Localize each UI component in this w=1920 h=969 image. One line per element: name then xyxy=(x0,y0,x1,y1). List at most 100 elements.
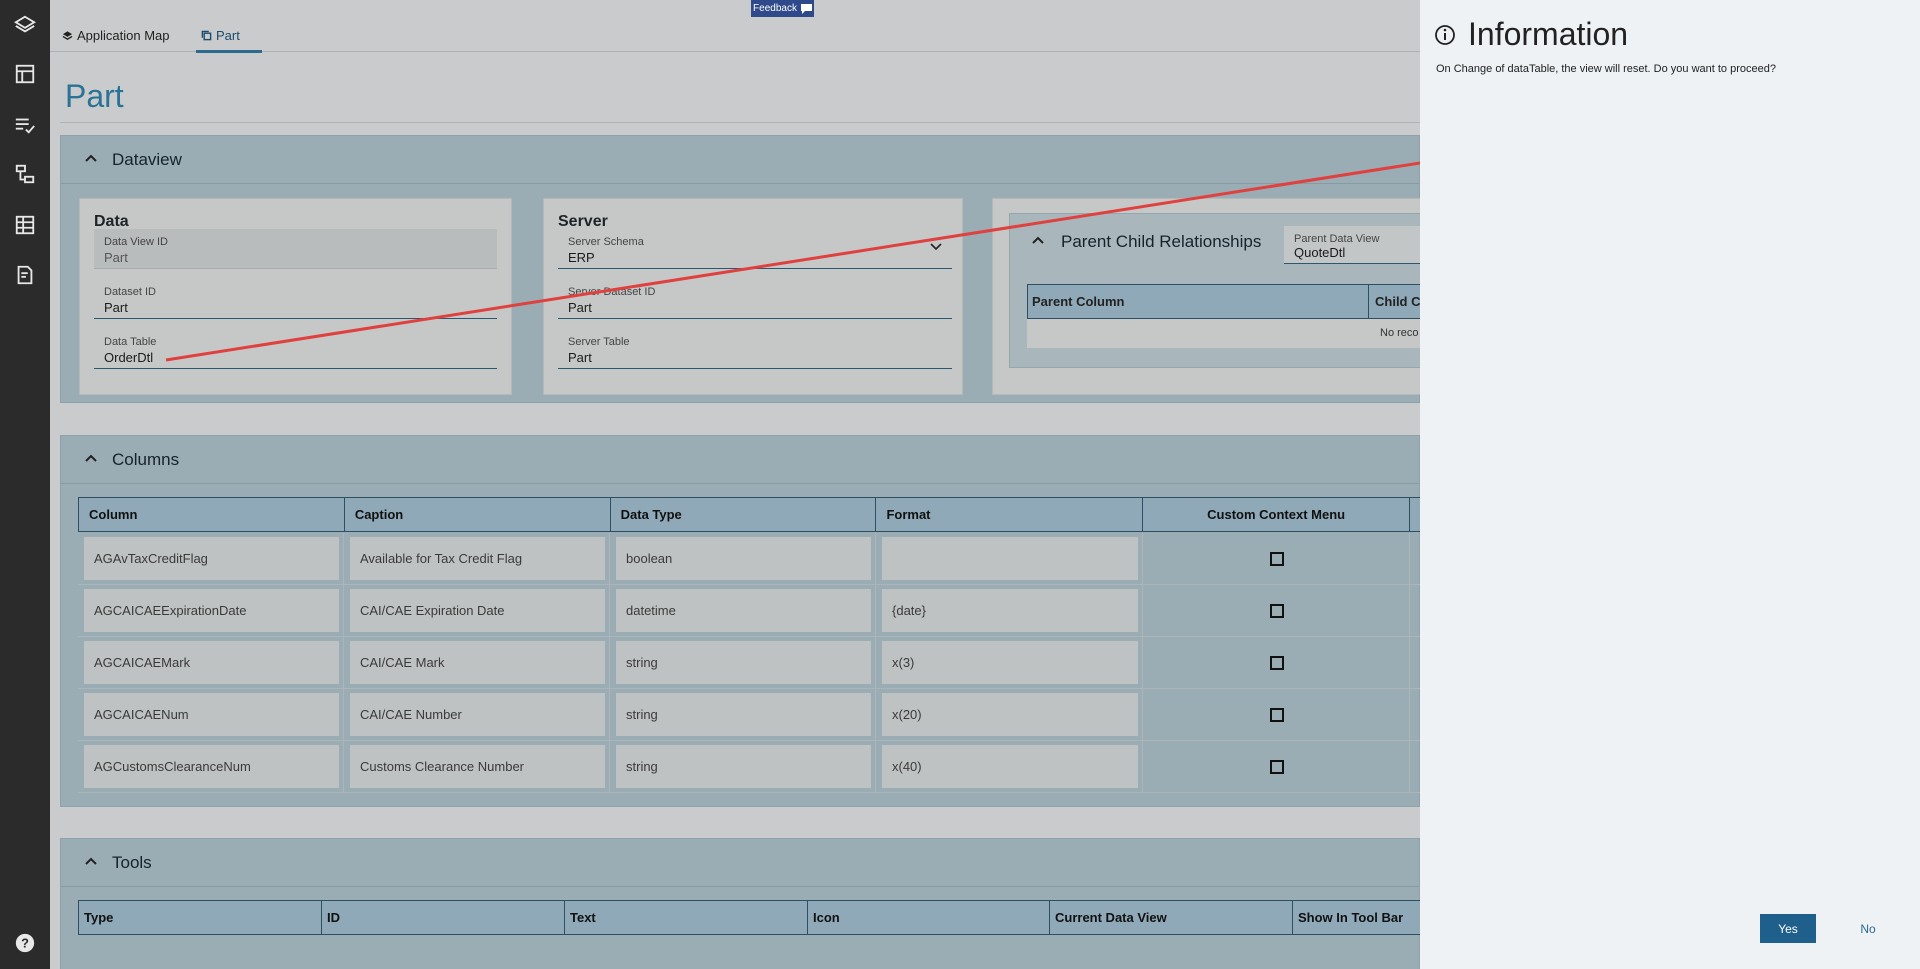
cell-value: x(3) xyxy=(882,641,1138,684)
table-cell[interactable]: x(3) xyxy=(876,637,1143,689)
column-header[interactable]: Caption xyxy=(345,498,611,531)
column-header[interactable]: Data Type xyxy=(611,498,877,531)
table-cell[interactable]: AGCAICAEMark xyxy=(78,637,344,689)
data-table-field[interactable]: Data Table OrderDtl xyxy=(94,329,497,369)
layers-icon[interactable] xyxy=(13,13,37,37)
table-cell[interactable]: {date} xyxy=(876,585,1143,637)
cell-value: AGCAICAENum xyxy=(84,693,339,736)
help-icon[interactable]: ? xyxy=(13,931,37,955)
table-cell xyxy=(1410,689,1420,741)
column-header[interactable]: Format xyxy=(876,498,1144,531)
table-cell[interactable]: string xyxy=(610,741,876,793)
field-label: Parent Data View xyxy=(1294,233,1380,245)
column-header[interactable] xyxy=(1410,498,1420,531)
field-value: QuoteDtl xyxy=(1294,245,1346,260)
custom-context-menu-checkbox[interactable] xyxy=(1270,603,1284,618)
table-cell[interactable]: AGAvTaxCreditFlag xyxy=(78,533,344,585)
edit-document-icon[interactable] xyxy=(13,263,37,287)
column-header[interactable]: Show In Tool Bar xyxy=(1293,901,1420,934)
columns-panel-header[interactable]: Columns xyxy=(61,436,1419,484)
server-table-field[interactable]: Server Table Part xyxy=(558,329,952,369)
field-label: Dataset ID xyxy=(104,286,156,298)
custom-context-menu-checkbox[interactable] xyxy=(1270,655,1284,670)
column-header[interactable]: Parent Column xyxy=(1028,285,1369,318)
server-schema-select[interactable]: Server Schema ERP xyxy=(558,229,952,269)
tab-application-map[interactable]: Application Map xyxy=(62,28,170,43)
cell-value: string xyxy=(616,641,871,684)
chevron-up-icon[interactable] xyxy=(83,150,99,166)
table-row[interactable]: AGAvTaxCreditFlag Available for Tax Credi… xyxy=(78,533,1420,585)
panel-title: Dataview xyxy=(112,150,182,169)
table-cell[interactable]: string xyxy=(610,689,876,741)
cell-value: CAI/CAE Number xyxy=(350,693,605,736)
cell-value: x(40) xyxy=(882,745,1138,788)
table-row[interactable]: AGCAICAENum CAI/CAE Number string x(20) xyxy=(78,689,1420,741)
table-row[interactable]: AGCAICAEExpirationDate CAI/CAE Expiration… xyxy=(78,585,1420,637)
custom-context-menu-checkbox[interactable] xyxy=(1270,707,1284,722)
tools-panel-header[interactable]: Tools xyxy=(61,839,1419,887)
custom-context-menu-checkbox[interactable] xyxy=(1270,551,1284,566)
table-cell[interactable] xyxy=(876,533,1143,585)
table-cell[interactable]: x(20) xyxy=(876,689,1143,741)
column-header[interactable]: Text xyxy=(565,901,808,934)
table-cell[interactable]: AGCAICAENum xyxy=(78,689,344,741)
empty-text: No reco xyxy=(1380,327,1419,339)
tab-part[interactable]: Part xyxy=(201,28,240,43)
breadcrumb-tabs: Application Map Part xyxy=(50,0,1420,52)
table-cell xyxy=(1410,741,1420,793)
chevron-up-icon[interactable] xyxy=(1030,232,1046,248)
custom-context-menu-checkbox[interactable] xyxy=(1270,759,1284,774)
column-header[interactable]: Child Co xyxy=(1369,285,1423,318)
cell-value: AGCAICAEMark xyxy=(84,641,339,684)
yes-button[interactable]: Yes xyxy=(1760,914,1816,943)
hierarchy-icon[interactable] xyxy=(13,162,37,186)
table-cell[interactable]: AGCustomsClearanceNum xyxy=(78,741,344,793)
dataview-panel-header[interactable]: Dataview xyxy=(61,136,1419,184)
copy-icon xyxy=(201,30,212,41)
table-cell xyxy=(1410,533,1420,585)
table-cell[interactable]: CAI/CAE Expiration Date xyxy=(344,585,610,637)
field-label: Server Table xyxy=(568,336,630,348)
checklist-icon[interactable] xyxy=(13,113,37,137)
left-nav-rail: ? xyxy=(0,0,50,969)
chevron-up-icon[interactable] xyxy=(83,450,99,466)
layout-icon[interactable] xyxy=(13,62,37,86)
table-icon[interactable] xyxy=(13,213,37,237)
dialog-title: Information xyxy=(1468,16,1629,52)
column-header[interactable]: Type xyxy=(79,901,322,934)
table-cell[interactable]: Customs Clearance Number xyxy=(344,741,610,793)
column-header[interactable]: Current Data View xyxy=(1050,901,1293,934)
dataset-id-field[interactable]: Dataset ID Part xyxy=(94,279,497,319)
column-header[interactable]: Column xyxy=(79,498,345,531)
chevron-up-icon[interactable] xyxy=(83,853,99,869)
chevron-down-icon[interactable] xyxy=(930,243,942,251)
table-cell[interactable]: AGCAICAEExpirationDate xyxy=(78,585,344,637)
column-header[interactable]: Custom Context Menu xyxy=(1143,498,1411,531)
server-dataset-id-field[interactable]: Server Dataset ID Part xyxy=(558,279,952,319)
parent-data-view-field[interactable]: Parent Data View QuoteDtl xyxy=(1284,226,1424,264)
field-value: ERP xyxy=(568,250,595,265)
table-cell xyxy=(1410,585,1420,637)
table-cell[interactable]: CAI/CAE Mark xyxy=(344,637,610,689)
relationships-card: Parent Child Relationships Parent Data V… xyxy=(992,198,1424,395)
custom-context-menu-cell xyxy=(1143,741,1410,793)
table-cell[interactable]: datetime xyxy=(610,585,876,637)
column-header[interactable]: ID xyxy=(322,901,565,934)
cell-value: boolean xyxy=(616,537,871,580)
field-value: OrderDtl xyxy=(104,350,154,365)
cell-value: {date} xyxy=(882,589,1138,632)
cell-value: string xyxy=(616,745,871,788)
tools-grid-header: Type ID Text Icon Current Data View Show… xyxy=(78,900,1420,935)
table-cell[interactable]: boolean xyxy=(610,533,876,585)
cell-value: string xyxy=(616,693,871,736)
table-cell[interactable]: CAI/CAE Number xyxy=(344,689,610,741)
table-cell[interactable]: Available for Tax Credit Flag xyxy=(344,533,610,585)
table-row[interactable]: AGCustomsClearanceNum Customs Clearance N… xyxy=(78,741,1420,793)
no-button[interactable]: No xyxy=(1850,914,1886,943)
table-cell[interactable]: string xyxy=(610,637,876,689)
table-cell[interactable]: x(40) xyxy=(876,741,1143,793)
custom-context-menu-cell xyxy=(1143,533,1410,585)
divider xyxy=(60,122,1420,123)
table-row[interactable]: AGCAICAEMark CAI/CAE Mark string x(3) xyxy=(78,637,1420,689)
column-header[interactable]: Icon xyxy=(808,901,1050,934)
